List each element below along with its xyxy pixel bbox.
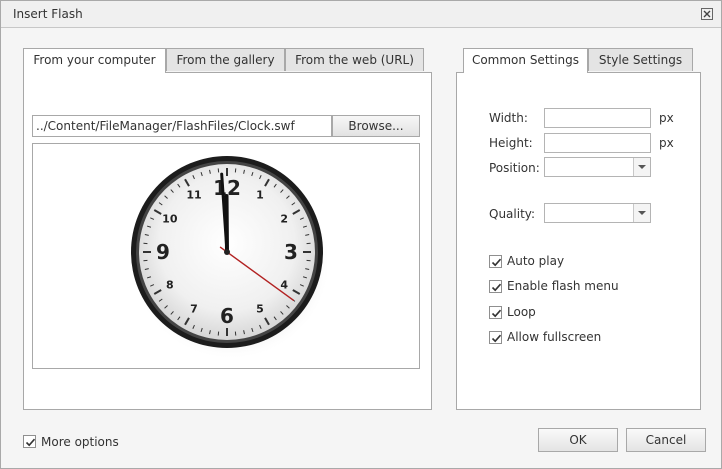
clock-numeral: 7 <box>190 303 198 316</box>
cancel-button[interactable]: Cancel <box>626 428 706 452</box>
tab-from-the-gallery[interactable]: From the gallery <box>166 48 285 71</box>
file-path-input[interactable]: ../Content/FileManager/FlashFiles/Clock.… <box>32 115 332 137</box>
chevron-down-icon[interactable] <box>633 204 650 222</box>
loop-checkbox[interactable] <box>489 306 502 319</box>
width-field[interactable] <box>544 108 651 128</box>
title-bar: Insert Flash <box>1 1 721 28</box>
width-label: Width: <box>489 111 528 125</box>
clock-numeral: 1 <box>256 188 264 201</box>
tab-from-the-web-url[interactable]: From the web (URL) <box>285 48 424 71</box>
quality-select[interactable] <box>544 203 651 223</box>
close-icon[interactable] <box>699 6 715 22</box>
insert-flash-dialog: Insert Flash From your computer From the… <box>0 0 722 469</box>
loop-label[interactable]: Loop <box>507 305 536 319</box>
enable-flash-menu-label[interactable]: Enable flash menu <box>507 279 619 293</box>
checkmark-icon <box>25 438 36 447</box>
tab-from-your-computer[interactable]: From your computer <box>23 48 166 73</box>
checkmark-icon <box>491 283 502 292</box>
tab-common-settings[interactable]: Common Settings <box>463 48 588 73</box>
clock-numeral: 10 <box>162 213 178 226</box>
tab-label: From your computer <box>33 53 156 67</box>
allow-fullscreen-checkbox[interactable] <box>489 331 502 344</box>
clock-face: 12 1234567891011 <box>131 156 327 360</box>
clock-numeral: 5 <box>256 303 264 316</box>
checkmark-icon <box>491 258 502 267</box>
height-field[interactable] <box>544 133 651 153</box>
auto-play-checkbox[interactable] <box>489 255 502 268</box>
clock-numeral: 11 <box>186 188 201 201</box>
tab-label: From the gallery <box>176 53 275 67</box>
quality-label: Quality: <box>489 207 536 221</box>
clock-numeral: 4 <box>280 279 288 292</box>
dialog-title: Insert Flash <box>13 7 83 21</box>
clock-numeral: 9 <box>156 240 170 264</box>
auto-play-label[interactable]: Auto play <box>507 254 564 268</box>
checkmark-icon <box>491 309 502 318</box>
tab-style-settings[interactable]: Style Settings <box>588 48 693 71</box>
tab-label: From the web (URL) <box>295 53 414 67</box>
clock-numeral: 8 <box>166 279 174 292</box>
clock-center-pin <box>224 249 230 255</box>
clock-numeral: 3 <box>284 240 298 264</box>
browse-button[interactable]: Browse... <box>332 115 420 137</box>
enable-flash-menu-checkbox[interactable] <box>489 280 502 293</box>
flash-preview: 12 1 2 3 4 5 6 7 8 9 10 11 <box>32 143 420 369</box>
source-tabs: From your computer From the gallery From… <box>23 48 425 73</box>
more-options-label[interactable]: More options <box>41 435 119 449</box>
width-unit: px <box>659 111 674 125</box>
checkmark-icon <box>491 334 502 343</box>
ok-button[interactable]: OK <box>538 428 618 452</box>
position-label: Position: <box>489 161 540 175</box>
clock-numeral: 2 <box>280 213 288 226</box>
tab-label: Common Settings <box>471 53 580 67</box>
allow-fullscreen-label[interactable]: Allow fullscreen <box>507 330 601 344</box>
height-unit: px <box>659 136 674 150</box>
chevron-down-icon[interactable] <box>633 158 650 176</box>
tab-label: Style Settings <box>598 53 683 67</box>
position-select[interactable] <box>544 157 651 177</box>
height-label: Height: <box>489 136 533 150</box>
more-options-checkbox[interactable] <box>23 435 36 448</box>
settings-tabs: Common Settings Style Settings <box>463 48 695 73</box>
clock-numeral: 6 <box>220 304 234 328</box>
